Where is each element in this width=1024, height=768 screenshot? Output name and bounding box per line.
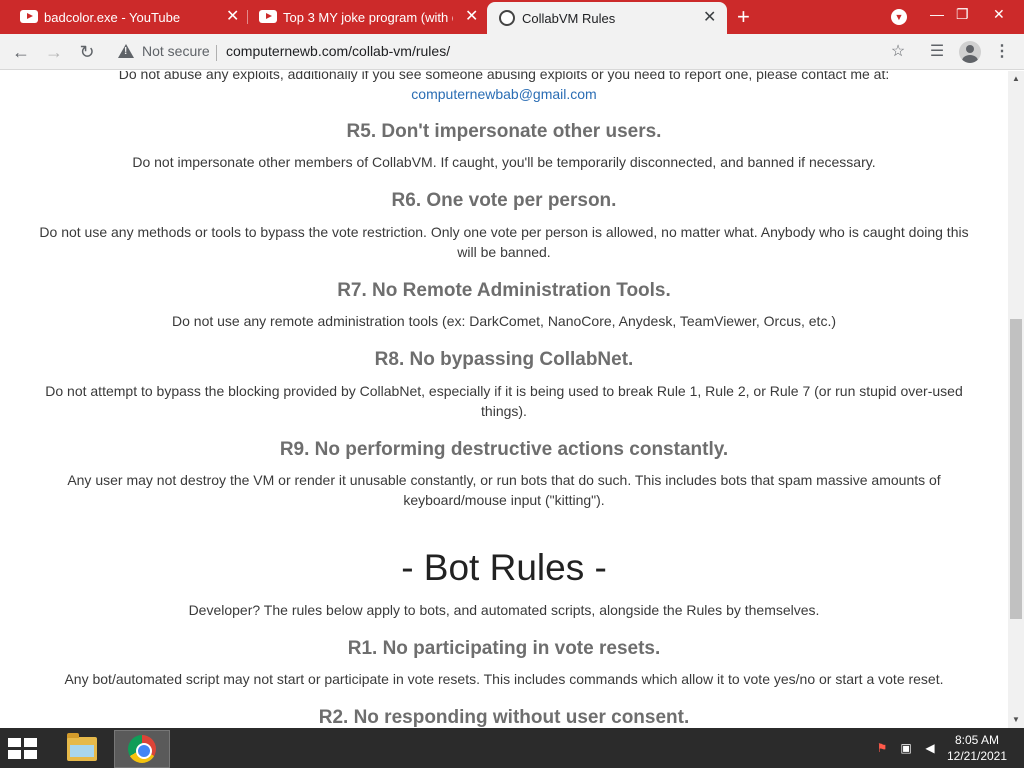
new-tab-icon[interactable]: +: [737, 6, 750, 28]
warning-icon: [118, 44, 134, 58]
tab-close-icon[interactable]: ✕: [703, 10, 716, 26]
chrome-icon: [128, 735, 156, 763]
media-control-icon[interactable]: ☰: [927, 42, 947, 62]
page-content: Do not abuse any exploits, additionally …: [0, 71, 1008, 728]
rule-body-r7: Do not use any remote administration too…: [172, 313, 836, 329]
chrome-taskbar-button[interactable]: [114, 730, 170, 768]
bot-rules-intro: Developer? The rules below apply to bots…: [188, 602, 820, 618]
windows-start-icon[interactable]: [8, 738, 38, 760]
contact-email-link[interactable]: computernewbab@gmail.com: [411, 86, 596, 102]
tab-search-icon[interactable]: ▼: [891, 9, 907, 25]
rule-heading-r7: R7. No Remote Administration Tools.: [337, 280, 671, 301]
file-explorer-button[interactable]: [54, 730, 110, 768]
file-explorer-icon: [67, 733, 97, 761]
menu-kebab-icon[interactable]: ⋮: [992, 42, 1012, 62]
tab-badcolor[interactable]: badcolor.exe - YouTube ✕: [0, 0, 247, 34]
clock-time: 8:05 AM: [954, 733, 1000, 747]
security-indicator[interactable]: Not secure: [118, 43, 210, 59]
volume-muted-icon[interactable]: ◀: [922, 740, 938, 756]
url-separator: [216, 45, 217, 61]
youtube-icon: [20, 10, 38, 23]
rule-body-r8: Do not attempt to bypass the blocking pr…: [45, 383, 963, 419]
action-center-flag-icon[interactable]: ⚑: [874, 740, 890, 756]
bot-rule-heading-r2: R2. No responding without user consent.: [318, 707, 690, 728]
forward-icon[interactable]: →: [43, 41, 65, 63]
browser-toolbar: ← → ↻ Not secure computernewb.com/collab…: [0, 34, 1024, 70]
minimize-icon[interactable]: —: [930, 6, 944, 22]
security-label: Not secure: [142, 43, 210, 59]
scroll-down-icon[interactable]: ▼: [1008, 712, 1024, 728]
tab-title: badcolor.exe - YouTube: [44, 9, 181, 25]
scroll-up-icon[interactable]: ▲: [1008, 71, 1024, 87]
tab-joke-program[interactable]: Top 3 MY joke program (with do ✕: [248, 0, 486, 34]
page-scrollbar[interactable]: ▲ ▼: [1008, 71, 1024, 728]
profile-avatar-icon[interactable]: [959, 41, 981, 63]
tab-close-icon[interactable]: ✕: [465, 9, 478, 25]
tab-strip: badcolor.exe - YouTube ✕ Top 3 MY joke p…: [0, 0, 1024, 34]
tab-title: CollabVM Rules: [522, 10, 616, 26]
clock-date: 12/21/2021: [946, 749, 1008, 763]
bot-rule-body-r1: Any bot/automated script may not start o…: [64, 671, 944, 687]
rule-body-r9: Any user may not destroy the VM or rende…: [67, 472, 941, 508]
bookmark-star-icon[interactable]: ☆: [888, 42, 908, 62]
rule-body-r6: Do not use any methods or tools to bypas…: [39, 224, 969, 260]
youtube-icon: [259, 10, 277, 23]
rule-heading-r8: R8. No bypassing CollabNet.: [374, 349, 634, 370]
rule-heading-r9: R9. No performing destructive actions co…: [279, 439, 729, 460]
windows-taskbar: ⚑ ▣ ◀ 8:05 AM 12/21/2021: [0, 728, 1024, 768]
restore-icon[interactable]: ❐: [956, 6, 969, 23]
tab-title: Top 3 MY joke program (with do: [283, 9, 453, 25]
rule-heading-r5: R5. Don't impersonate other users.: [346, 121, 662, 142]
system-clock[interactable]: 8:05 AM 12/21/2021: [940, 732, 1014, 764]
partial-rule-text: Do not abuse any exploits, additionally …: [118, 71, 890, 82]
collabvm-icon: [499, 10, 515, 26]
address-bar[interactable]: computernewb.com/collab-vm/rules/: [226, 43, 450, 59]
tab-collabvm-rules[interactable]: CollabVM Rules ✕: [487, 2, 727, 34]
rule-body-r5: Do not impersonate other members of Coll…: [132, 154, 876, 170]
tab-close-icon[interactable]: ✕: [226, 9, 239, 25]
reload-icon[interactable]: ↻: [76, 41, 98, 63]
scrollbar-thumb[interactable]: [1010, 319, 1022, 619]
close-window-icon[interactable]: ✕: [993, 6, 1005, 23]
bot-rule-heading-r1: R1. No participating in vote resets.: [347, 638, 661, 659]
bot-rules-title: - Bot Rules -: [401, 547, 607, 588]
rule-heading-r6: R6. One vote per person.: [391, 190, 617, 211]
network-icon[interactable]: ▣: [898, 740, 914, 756]
back-icon[interactable]: ←: [10, 41, 32, 63]
